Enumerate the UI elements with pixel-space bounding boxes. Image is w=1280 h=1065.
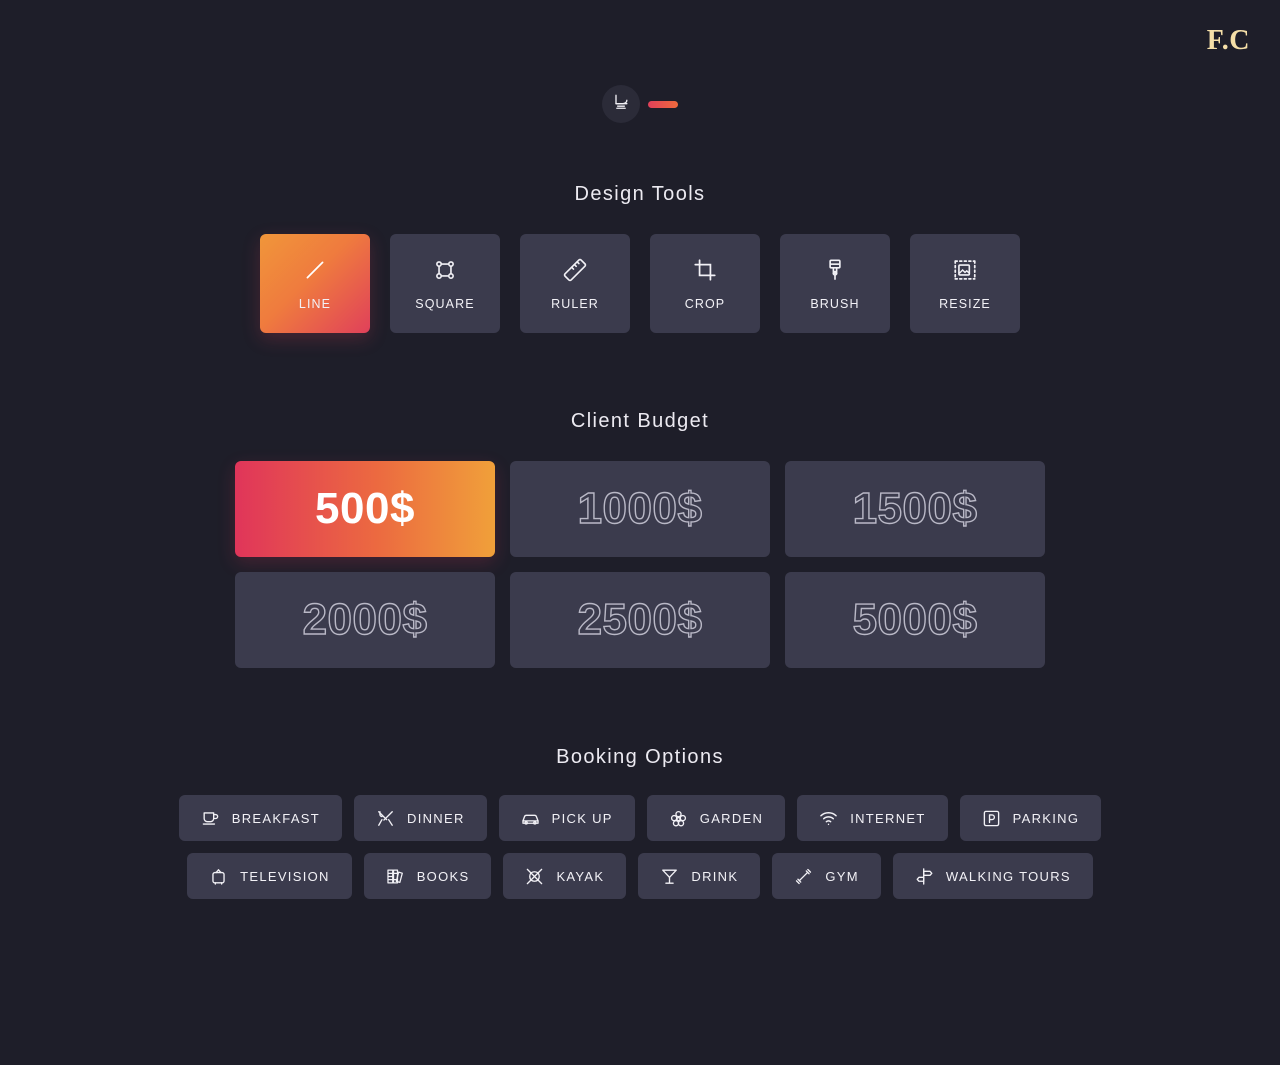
budget-label-2000: 2000$ xyxy=(302,594,428,644)
television-icon xyxy=(209,867,228,886)
client-budget-title: Client Budget xyxy=(570,410,710,432)
booking-label-books: BOOKS xyxy=(416,868,470,884)
toggle-track[interactable] xyxy=(648,100,678,108)
design-tools-section: Design Tools LINE SQUARE RULER CROP BRUS… xyxy=(0,183,1280,333)
booking-options-section: Booking Options BREAKFAST DINNER PICK UP… xyxy=(0,746,1280,911)
booking-label-pick-up: PICK UP xyxy=(551,810,613,826)
car-icon xyxy=(521,809,540,828)
booking-label-kayak: KAYAK xyxy=(556,868,605,884)
ice-skate-icon xyxy=(611,92,631,117)
design-tools-row: LINE SQUARE RULER CROP BRUSH RESIZE xyxy=(0,234,1280,333)
fork-knife-icon xyxy=(376,809,395,828)
tool-label-square: SQUARE xyxy=(415,296,475,311)
tool-label-resize: RESIZE xyxy=(939,296,991,311)
booking-card-dinner[interactable]: DINNER xyxy=(354,795,487,841)
tool-card-resize[interactable]: RESIZE xyxy=(910,234,1020,333)
tool-label-brush: BRUSH xyxy=(810,296,860,311)
booking-label-dinner: DINNER xyxy=(407,810,465,826)
dumbbell-icon xyxy=(794,867,813,886)
booking-label-walking-tours: WALKING TOURS xyxy=(945,868,1071,884)
booking-card-breakfast[interactable]: BREAKFAST xyxy=(178,795,343,841)
booking-card-garden[interactable]: GARDEN xyxy=(646,795,786,841)
booking-card-drink[interactable]: DRINK xyxy=(638,853,761,899)
tool-label-line: LINE xyxy=(298,296,332,311)
budget-label-1500: 1500$ xyxy=(852,483,978,533)
tool-label-ruler: RULER xyxy=(551,296,599,311)
budget-label-5000: 5000$ xyxy=(852,594,978,644)
books-icon xyxy=(386,867,405,886)
budget-card-5000[interactable]: 5000$ xyxy=(785,572,1045,668)
coffee-cup-icon xyxy=(201,809,220,828)
tool-card-brush[interactable]: BRUSH xyxy=(780,234,890,333)
resize-icon xyxy=(952,257,978,283)
budget-label-2500: 2500$ xyxy=(577,594,703,644)
design-tools-title: Design Tools xyxy=(574,183,706,205)
brand-logo: F.C xyxy=(1206,25,1250,56)
parking-icon xyxy=(982,809,1001,828)
booking-label-internet: INTERNET xyxy=(850,810,926,826)
booking-card-books[interactable]: BOOKS xyxy=(363,853,492,899)
booking-label-parking: PARKING xyxy=(1012,810,1080,826)
flower-icon xyxy=(669,809,688,828)
cocktail-icon xyxy=(660,867,679,886)
square-icon xyxy=(432,257,458,283)
client-budget-grid: 500$ 1000$ 1500$ 2000$ 2500$ 5000$ xyxy=(234,461,1046,668)
wifi-icon xyxy=(819,809,838,828)
tool-card-crop[interactable]: CROP xyxy=(650,234,760,333)
signpost-icon xyxy=(915,867,934,886)
booking-card-parking[interactable]: PARKING xyxy=(959,795,1102,841)
booking-label-drink: DRINK xyxy=(691,868,739,884)
tool-card-square[interactable]: SQUARE xyxy=(390,234,500,333)
budget-card-1000[interactable]: 1000$ xyxy=(510,461,770,557)
booking-options-title: Booking Options xyxy=(556,746,724,768)
budget-label-1000: 1000$ xyxy=(577,483,703,533)
tool-card-ruler[interactable]: RULER xyxy=(520,234,630,333)
booking-label-garden: GARDEN xyxy=(699,810,764,826)
booking-card-kayak[interactable]: KAYAK xyxy=(503,853,627,899)
budget-label-500: 500$ xyxy=(315,484,415,533)
brush-icon xyxy=(822,257,848,283)
crop-icon xyxy=(692,257,718,283)
client-budget-section: Client Budget 500$ 1000$ 1500$ 2000$ 250… xyxy=(0,410,1280,668)
booking-card-gym[interactable]: GYM xyxy=(772,853,881,899)
kayak-icon xyxy=(525,867,544,886)
budget-card-1500[interactable]: 1500$ xyxy=(785,461,1045,557)
budget-card-2500[interactable]: 2500$ xyxy=(510,572,770,668)
booking-card-television[interactable]: TELEVISION xyxy=(187,853,352,899)
ruler-icon xyxy=(562,257,588,283)
budget-card-2000[interactable]: 2000$ xyxy=(235,572,495,668)
booking-card-pick-up[interactable]: PICK UP xyxy=(498,795,635,841)
booking-row-1: BREAKFAST DINNER PICK UP GARDEN INTERNET… xyxy=(0,795,1280,841)
app-root: F.C Design Tools LINE SQUARE RULER CROP … xyxy=(0,0,1280,1065)
booking-label-gym: GYM xyxy=(825,868,859,884)
ice-skate-toggle-button[interactable] xyxy=(602,85,640,123)
booking-card-internet[interactable]: INTERNET xyxy=(797,795,948,841)
tool-card-line[interactable]: LINE xyxy=(260,234,370,333)
booking-options-rows: BREAKFAST DINNER PICK UP GARDEN INTERNET… xyxy=(0,795,1280,899)
budget-card-500[interactable]: 500$ xyxy=(235,461,495,557)
booking-label-television: TELEVISION xyxy=(240,868,330,884)
tool-label-crop: CROP xyxy=(684,296,726,311)
line-icon xyxy=(302,257,328,283)
sport-toggle[interactable] xyxy=(602,85,678,123)
booking-card-walking-tours[interactable]: WALKING TOURS xyxy=(892,853,1093,899)
booking-row-2: TELEVISION BOOKS KAYAK DRINK GYM WALKING… xyxy=(0,853,1280,899)
booking-label-breakfast: BREAKFAST xyxy=(231,810,321,826)
